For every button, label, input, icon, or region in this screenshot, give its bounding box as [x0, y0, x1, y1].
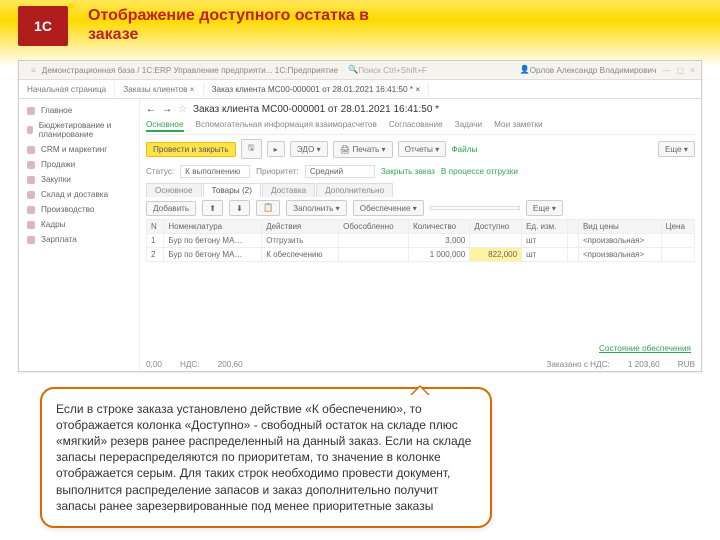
annotation-callout: Если в строке заказа установлено действи…	[40, 387, 492, 528]
subtab-main[interactable]: Основное	[146, 183, 202, 197]
save-button[interactable]: 🖫	[241, 139, 262, 159]
col-x[interactable]	[568, 220, 579, 234]
doctab-tasks[interactable]: Задачи	[455, 120, 483, 132]
app-window: ≡ Демонстрационная база / 1С:ERP Управле…	[18, 60, 702, 372]
sidebar: Главное Бюджетирование и планирование CR…	[19, 99, 140, 372]
sidebar-item[interactable]: Склад и доставка	[19, 187, 139, 202]
available-cell: 822,000	[470, 248, 522, 262]
close-icon[interactable]: ×	[690, 66, 695, 75]
col-n[interactable]: N	[147, 220, 164, 234]
titlebar-search[interactable]: Поиск Ctrl+Shift+F	[358, 66, 427, 75]
copy-button[interactable]: 📋	[256, 200, 280, 216]
edo-button[interactable]: ЭДО ▾	[290, 141, 328, 157]
close-order-link[interactable]: Закрыть заказ	[381, 167, 435, 176]
sidebar-item[interactable]: Зарплата	[19, 232, 139, 247]
table-row[interactable]: 1Бур по бетону МА…Отгрузить 3,000шт <про…	[147, 234, 695, 248]
status-field[interactable]: К выполнению	[180, 165, 250, 178]
sidebar-item[interactable]: Производство	[19, 202, 139, 217]
tab-doc[interactable]: Заказ клиента МС00-000001 от 28.01.2021 …	[204, 82, 430, 97]
files-link[interactable]: Файлы	[451, 145, 477, 154]
footer: 0,00 НДС: 200,60 Заказано с НДС: 1 203,6…	[146, 360, 695, 369]
logo-icon: ≡	[31, 66, 36, 75]
priority-field[interactable]: Средний	[305, 165, 375, 178]
ordered-label: Заказано с НДС:	[546, 360, 609, 369]
col-avail[interactable]: Доступно	[470, 220, 522, 234]
row-down-button[interactable]: ⬇	[229, 200, 250, 216]
doc-title: Заказ клиента МС00-000001 от 28.01.2021 …	[193, 104, 439, 115]
fwd-icon[interactable]: →	[162, 104, 172, 115]
fill-button[interactable]: Заполнить ▾	[286, 200, 347, 216]
subtab-goods[interactable]: Товары (2)	[203, 183, 261, 197]
maximize-icon[interactable]: ▢	[676, 65, 684, 75]
back-icon[interactable]: ←	[146, 104, 156, 115]
star-icon[interactable]: ☆	[178, 104, 187, 115]
sidebar-item[interactable]: Кадры	[19, 217, 139, 232]
sidebar-item[interactable]: Бюджетирование и планирование	[19, 118, 139, 142]
sidebar-item[interactable]: Продажи	[19, 157, 139, 172]
titlebar-path: Демонстрационная база / 1С:ERP Управлени…	[42, 66, 338, 75]
reports-button[interactable]: Отчеты ▾	[398, 141, 447, 157]
col-price[interactable]: Цена	[661, 220, 694, 234]
doctab-agree[interactable]: Согласование	[389, 120, 443, 132]
tab-home[interactable]: Начальная страница	[19, 82, 115, 97]
table-row[interactable]: 2Бур по бетону МА…К обеспечению 1 000,00…	[147, 248, 695, 262]
row-up-button[interactable]: ⬆	[202, 200, 223, 216]
goods-table: N Номенклатура Действия Обособленно Коли…	[146, 219, 695, 262]
col-act[interactable]: Действия	[262, 220, 339, 234]
search-icon[interactable]: 🔍	[348, 65, 358, 75]
more-button[interactable]: Еще ▾	[658, 141, 695, 157]
priority-label: Приоритет:	[256, 167, 299, 176]
ensure-button[interactable]: Обеспечение ▾	[353, 200, 424, 216]
col-sep[interactable]: Обособленно	[339, 220, 409, 234]
add-button[interactable]: Добавить	[146, 201, 196, 216]
post-close-button[interactable]: Провести и закрыть	[146, 142, 236, 157]
subtab-delivery[interactable]: Доставка	[262, 183, 315, 197]
titlebar-user[interactable]: Орлов Александр Владимирович	[530, 66, 657, 75]
doctab-notes[interactable]: Мои заметки	[494, 120, 542, 132]
subtabs: Основное Товары (2) Доставка Дополнитель…	[146, 183, 695, 197]
titlebar: ≡ Демонстрационная база / 1С:ERP Управле…	[19, 61, 701, 80]
supply-state-link[interactable]: Состояние обеспечения	[599, 344, 691, 353]
sidebar-item[interactable]: Главное	[19, 103, 139, 118]
minimize-icon[interactable]: —	[662, 66, 670, 75]
col-pt[interactable]: Вид цены	[578, 220, 661, 234]
subtab-extra[interactable]: Дополнительно	[316, 183, 393, 197]
more-table-button[interactable]: Еще ▾	[526, 200, 563, 216]
logo-1c: 1C	[18, 6, 68, 46]
col-qty[interactable]: Количество	[409, 220, 470, 234]
doctab-aux[interactable]: Вспомогательная информация взаиморасчето…	[196, 120, 377, 132]
print-button[interactable]: 🖨 Печать ▾	[333, 141, 393, 158]
doctab-main[interactable]: Основное	[146, 120, 184, 132]
vat-label: НДС:	[180, 360, 200, 369]
sidebar-item[interactable]: CRM и маркетинг	[19, 142, 139, 157]
table-search[interactable]	[430, 206, 520, 210]
window-tabs: Начальная страница Заказы клиентов × Зак…	[19, 80, 701, 99]
in-shipping-link[interactable]: В процессе отгрузки	[441, 167, 518, 176]
col-unit[interactable]: Ед. изм.	[522, 220, 568, 234]
user-icon[interactable]: 👤	[519, 65, 529, 75]
tab-orders[interactable]: Заказы клиентов ×	[115, 82, 203, 97]
status-label: Статус:	[146, 167, 174, 176]
doc-tabs: Основное Вспомогательная информация взаи…	[146, 118, 695, 135]
slide-title: Отображение доступного остатка в заказе	[88, 6, 388, 44]
post-button[interactable]: ▸	[267, 141, 285, 157]
sidebar-item[interactable]: Закупки	[19, 172, 139, 187]
main-area: ← → ☆ Заказ клиента МС00-000001 от 28.01…	[140, 99, 701, 372]
col-nom[interactable]: Номенклатура	[164, 220, 262, 234]
